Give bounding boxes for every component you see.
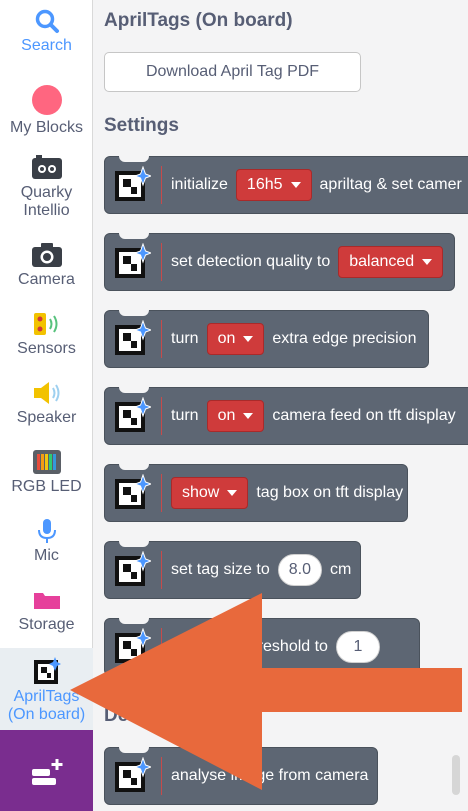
tag-box-dropdown[interactable]: show bbox=[171, 477, 249, 509]
category-sensors[interactable]: Sensors bbox=[0, 311, 93, 358]
block-text: tag box on tft display bbox=[256, 484, 404, 501]
dropdown-value: balanced bbox=[349, 253, 415, 270]
category-camera[interactable]: Camera bbox=[0, 242, 93, 289]
quality-dropdown[interactable]: balanced bbox=[338, 246, 444, 278]
block-separator bbox=[161, 243, 162, 281]
block-text: apriltag & set camer bbox=[319, 176, 462, 193]
dropdown-value: 16h5 bbox=[246, 176, 283, 193]
apriltag-icon bbox=[115, 474, 151, 509]
apriltag-icon bbox=[115, 243, 151, 278]
download-pdf-button[interactable]: Download April Tag PDF bbox=[104, 52, 361, 92]
category-label: Speaker bbox=[16, 409, 77, 426]
detection-heading: Dete bbox=[104, 705, 146, 726]
block-separator bbox=[161, 474, 162, 512]
category-label: RGB LED bbox=[11, 478, 82, 495]
threshold-input[interactable]: 1 bbox=[335, 631, 380, 663]
category-label: Quarky Intellio bbox=[20, 184, 73, 219]
category-mic[interactable]: Mic bbox=[0, 518, 93, 565]
category-label: Search bbox=[21, 37, 72, 54]
settings-heading: Settings bbox=[104, 115, 179, 136]
block-tag-box[interactable]: show tag box on tft display bbox=[104, 464, 408, 522]
palette-title: AprilTags (On board) bbox=[104, 10, 293, 31]
block-text: camera feed on tft display bbox=[272, 407, 456, 424]
block-text: extra edge precision bbox=[272, 330, 417, 347]
block-text: analyse image from camera bbox=[171, 767, 369, 784]
my-blocks-icon bbox=[31, 85, 62, 115]
apriltag-icon bbox=[115, 628, 151, 663]
block-separator bbox=[161, 320, 162, 358]
tag-family-dropdown[interactable]: 16h5 bbox=[235, 169, 312, 201]
block-analyse-image[interactable]: analyse image from camera bbox=[104, 747, 378, 805]
category-label: Sensors bbox=[17, 340, 76, 357]
block-set-detection-quality[interactable]: set detection quality to balanced bbox=[104, 233, 455, 291]
block-text: ce threshold to bbox=[223, 638, 328, 655]
palette-scrollbar[interactable] bbox=[452, 755, 460, 795]
rgb-led-icon bbox=[32, 450, 61, 474]
category-speaker[interactable]: Speaker bbox=[0, 380, 93, 427]
apriltag-icon bbox=[33, 657, 61, 684]
apriltag-icon bbox=[115, 166, 151, 201]
apriltag-icon bbox=[115, 757, 151, 792]
block-text: set tag size to bbox=[171, 561, 270, 578]
dropdown-value: show bbox=[182, 484, 220, 501]
caret-down-icon bbox=[243, 336, 254, 342]
category-apriltags[interactable]: AprilTags (On board) bbox=[0, 648, 93, 730]
block-text: cm bbox=[329, 561, 352, 578]
category-label: Camera bbox=[18, 271, 75, 288]
camera-icon bbox=[31, 243, 62, 267]
block-separator bbox=[161, 166, 162, 204]
category-label: AprilTags (On board) bbox=[7, 688, 86, 723]
category-search[interactable]: Search bbox=[0, 8, 93, 55]
apriltag-icon bbox=[115, 320, 151, 355]
category-rgb-led[interactable]: RGB LED bbox=[0, 449, 93, 496]
caret-down-icon bbox=[290, 182, 301, 188]
block-text: set detection quality to bbox=[171, 253, 331, 270]
category-my-blocks[interactable]: My Blocks bbox=[0, 84, 93, 137]
dropdown-value: on bbox=[217, 407, 236, 424]
storage-icon bbox=[33, 593, 60, 609]
block-separator bbox=[161, 551, 162, 589]
block-set-tag-size[interactable]: set tag size to 8.0 cm bbox=[104, 541, 361, 599]
category-storage[interactable]: Storage bbox=[0, 587, 93, 634]
apriltag-icon bbox=[115, 551, 151, 586]
block-text: initialize bbox=[171, 176, 228, 193]
category-label: My Blocks bbox=[10, 119, 83, 136]
block-camera-feed[interactable]: turn on camera feed on tft display bbox=[104, 387, 468, 445]
block-text: turn bbox=[171, 330, 199, 347]
caret-down-icon bbox=[243, 413, 254, 419]
camera-feed-dropdown[interactable]: on bbox=[206, 400, 265, 432]
category-label: Storage bbox=[18, 616, 75, 633]
block-separator bbox=[161, 757, 162, 795]
caret-down-icon bbox=[227, 490, 238, 496]
tag-size-input[interactable]: 8.0 bbox=[277, 554, 322, 586]
add-extension-icon bbox=[31, 758, 62, 785]
block-separator bbox=[161, 397, 162, 435]
block-set-threshold[interactable]: ce threshold to 1 bbox=[104, 618, 420, 676]
category-quarky-intellio[interactable]: Quarky Intellio bbox=[0, 155, 93, 220]
speaker-icon bbox=[33, 382, 59, 404]
edge-precision-dropdown[interactable]: on bbox=[206, 323, 265, 355]
caret-down-icon bbox=[422, 259, 433, 265]
category-sidebar: Search My Blocks Quarky Intellio Camera bbox=[0, 0, 93, 811]
category-label: Mic bbox=[34, 547, 59, 564]
block-palette: AprilTags (On board) Download April Tag … bbox=[93, 0, 468, 811]
apriltag-icon bbox=[115, 397, 151, 432]
search-icon bbox=[35, 9, 59, 33]
block-extra-edge-precision[interactable]: turn on extra edge precision bbox=[104, 310, 429, 368]
quarky-intellio-icon bbox=[31, 155, 62, 179]
mic-icon bbox=[37, 519, 56, 543]
add-extension-button[interactable] bbox=[0, 730, 93, 811]
dropdown-value: on bbox=[217, 330, 236, 347]
sensors-icon bbox=[33, 313, 57, 335]
block-separator bbox=[161, 628, 162, 666]
block-initialize[interactable]: initialize 16h5 apriltag & set camer bbox=[104, 156, 468, 214]
block-text: turn bbox=[171, 407, 199, 424]
